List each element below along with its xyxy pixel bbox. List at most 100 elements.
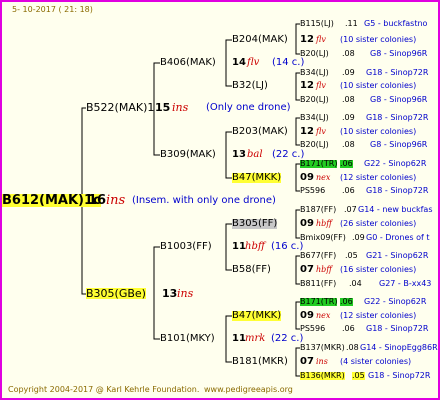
g2-queen-note: (22 c.) [271, 333, 304, 344]
g4-queen-id: B20(LJ) [300, 140, 329, 149]
g3-queen-symbol: ins [316, 357, 328, 366]
g3-queen-note: (26 sister colonies) [340, 219, 417, 228]
g3-queen-num: 07 [300, 356, 314, 367]
g4-queen-value: .06 [340, 159, 353, 168]
g3-queen-id: B203(MAK) [232, 126, 288, 137]
g3-queen-num: 09 [300, 172, 314, 183]
g4-queen-line: G8 - Sinop96R [370, 95, 428, 104]
g3-queen-symbol: nex [316, 173, 331, 182]
g3-queen-id: B47(MKK) [232, 172, 282, 183]
g4-queen-value: .08 [346, 343, 359, 352]
g4-queen-line: G14 - SinopEgg86R [360, 343, 438, 352]
g3-queen-id: B47(MKK) [232, 310, 282, 321]
g4-queen-id: B137(MKR) [300, 343, 345, 352]
g1-queen-note: (Only one drone) [206, 102, 291, 113]
g4-queen-value: .05 [345, 251, 358, 260]
root-queen-num: 16 [88, 193, 107, 208]
g3-queen-note: (10 sister colonies) [340, 35, 417, 44]
g4-queen-value: .08 [342, 140, 355, 149]
report-date: 5- 10-2017 ( 21: 18) [12, 5, 93, 14]
g4-queen-id: B34(LJ) [300, 113, 329, 122]
g4-queen-id: B171(TR) [300, 297, 338, 306]
g4-queen-id: B171(TR) [300, 159, 338, 168]
g4-queen-line: G22 - Sinop62R [364, 159, 427, 168]
g3-queen-num: 09 [300, 310, 314, 321]
g3-queen-id: B58(FF) [232, 264, 271, 275]
g3-queen-num: 12 [300, 80, 314, 91]
g2-queen-num: 14 [232, 57, 246, 68]
g4-queen-line: G22 - Sinop62R [364, 297, 427, 306]
g3-queen-num: 09 [300, 218, 314, 229]
g2-queen-num: 11 [232, 333, 246, 344]
g3-queen-symbol: flv [316, 35, 326, 44]
g2-queen-num: 11 [232, 241, 246, 252]
g3-queen-note: (12 sister colonies) [340, 311, 417, 320]
g4-queen-value: .05 [352, 371, 365, 380]
g4-queen-value: .04 [349, 279, 362, 288]
g4-queen-value: .08 [342, 49, 355, 58]
g1-queen-symbol: ins [172, 101, 189, 114]
g4-queen-id: B20(LJ) [300, 49, 329, 58]
g4-queen-id: B136(MKR) [300, 371, 345, 380]
g4-queen-id: B677(FF) [300, 251, 337, 260]
g4-queen-id: B811(FF) [300, 279, 337, 288]
g4-queen-value: .06 [342, 324, 355, 333]
g2-queen-symbol: flv [247, 57, 260, 68]
g3-queen-id: B32(LJ) [232, 80, 268, 91]
root-queen-note: (Insem. with only one drone) [132, 195, 276, 206]
g3-queen-id: B181(MKR) [232, 356, 288, 367]
g3-queen-num: 12 [300, 126, 314, 137]
g3-queen-note: (12 sister colonies) [340, 173, 417, 182]
g4-queen-line: G18 - Sinop72R [366, 186, 429, 195]
g4-queen-value: .07 [344, 205, 357, 214]
g3-queen-note: (10 sister colonies) [340, 81, 417, 90]
g3-queen-id: B305(FF) [232, 218, 278, 229]
g3-queen-symbol: hbff [316, 219, 332, 228]
g1-queen-num: 13 [162, 287, 178, 300]
g2-queen-symbol: hbff [245, 241, 265, 252]
g4-queen-value: .08 [342, 95, 355, 104]
g4-queen-line: G8 - Sinop96R [370, 140, 428, 149]
g4-queen-id: B115(LJ) [300, 19, 334, 28]
g2-queen-id: B101(MKY) [160, 333, 215, 344]
g4-queen-value: .06 [342, 186, 355, 195]
g3-queen-symbol: hbff [316, 265, 332, 274]
g2-queen-note: (14 c.) [272, 57, 305, 68]
g4-queen-line: G27 - B-xx43 [379, 279, 432, 288]
g1-queen-id: B522(MAK)1 [86, 101, 155, 114]
g3-queen-symbol: nex [316, 311, 331, 320]
g2-queen-id: B406(MAK) [160, 57, 216, 68]
g1-queen-num: 15 [155, 101, 171, 114]
g3-queen-num: 07 [300, 264, 314, 275]
g1-queen-id: B305(GBe) [86, 287, 146, 300]
g4-queen-line: G18 - Sinop72R [368, 371, 431, 380]
g4-queen-value: .11 [345, 19, 358, 28]
website-link[interactable]: www.pedigreeapis.org [204, 386, 293, 394]
g4-queen-id: B187(FF) [300, 205, 337, 214]
g3-queen-symbol: flv [316, 81, 326, 90]
g4-queen-line: G8 - Sinop96R [370, 49, 428, 58]
g3-queen-note: (4 sister colonies) [340, 357, 412, 366]
pedigree-chart: 5- 10-2017 ( 21: 18) Copyright 2004-2017… [0, 0, 440, 400]
g2-queen-symbol: mrk [245, 333, 266, 344]
root-queen-id: B612(MAK)1c [2, 193, 101, 208]
g4-queen-line: G21 - Sinop62R [366, 251, 429, 260]
g4-queen-value: .09 [342, 68, 355, 77]
g2-queen-num: 13 [232, 149, 246, 160]
g3-queen-id: B204(MAK) [232, 34, 288, 45]
g4-queen-line: G18 - Sinop72R [366, 113, 429, 122]
g1-queen-symbol: ins [177, 287, 194, 300]
g3-queen-note: (16 sister colonies) [340, 265, 417, 274]
g3-queen-num: 12 [300, 34, 314, 45]
g4-queen-line: G18 - Sinop72R [366, 68, 429, 77]
g2-queen-note: (16 c.) [271, 241, 304, 252]
g4-queen-value: .09 [352, 233, 365, 242]
g2-queen-symbol: bal [247, 149, 263, 160]
g2-queen-id: B309(MAK) [160, 149, 216, 160]
g4-queen-id: B20(LJ) [300, 95, 329, 104]
g3-queen-note: (10 sister colonies) [340, 127, 417, 136]
root-queen-symbol: ins [106, 193, 126, 208]
g3-queen-symbol: flv [316, 127, 326, 136]
g4-queen-line: G5 - buckfastno [364, 19, 428, 28]
g4-queen-id: PS596 [300, 186, 326, 195]
